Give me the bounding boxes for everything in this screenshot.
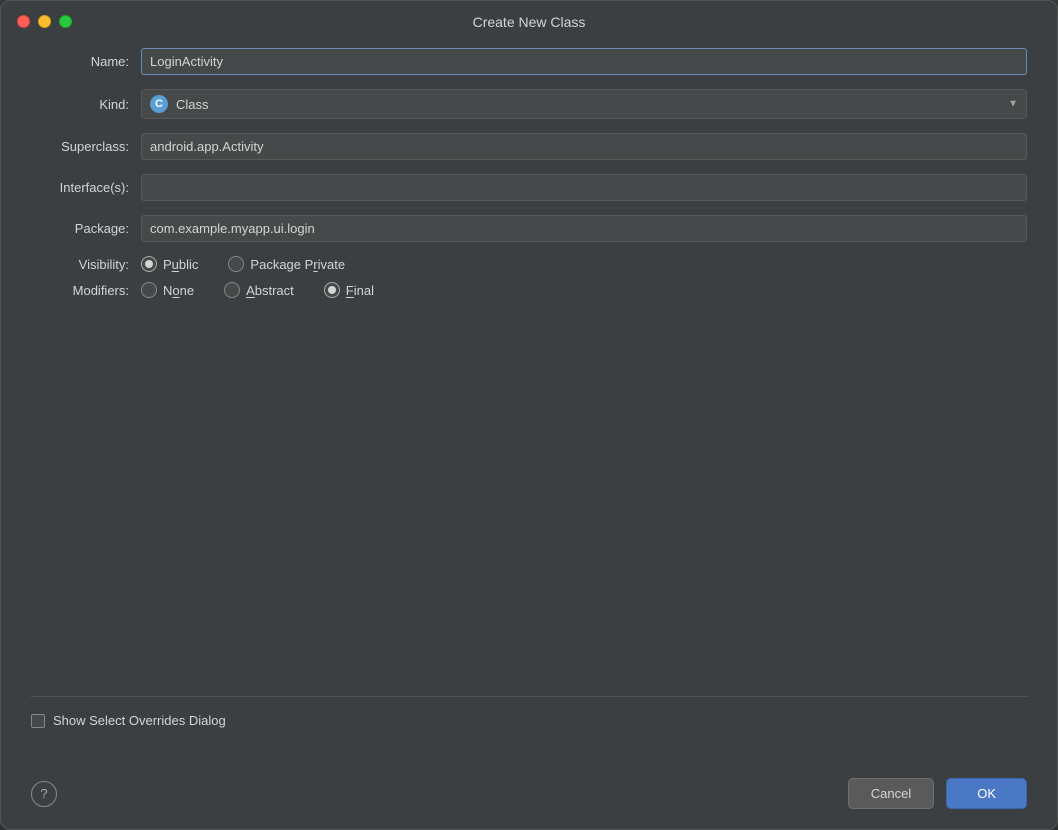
package-label: Package: [31, 221, 141, 236]
ok-button[interactable]: OK [946, 778, 1027, 809]
maximize-button[interactable] [59, 15, 72, 28]
modifier-none-label: None [163, 283, 194, 298]
spacer [31, 312, 1027, 680]
modifier-final-option[interactable]: Final [324, 282, 374, 298]
name-input[interactable] [141, 48, 1027, 75]
modifiers-group: None Abstract Final [141, 282, 374, 298]
show-overrides-checkbox[interactable] [31, 714, 45, 728]
dialog-title: Create New Class [473, 14, 586, 30]
modifiers-row: Modifiers: None Abstract Final [31, 282, 1027, 298]
kind-value-text: Class [176, 97, 209, 112]
superclass-input[interactable] [141, 133, 1027, 160]
superclass-label: Superclass: [31, 139, 141, 154]
interfaces-input[interactable] [141, 174, 1027, 201]
kind-class-icon: C [150, 95, 168, 113]
kind-row: Kind: C Class ▼ [31, 89, 1027, 119]
modifier-abstract-radio[interactable] [224, 282, 240, 298]
visibility-group: Public Package Private [141, 256, 345, 272]
package-row: Package: [31, 215, 1027, 242]
minimize-button[interactable] [38, 15, 51, 28]
radio-inner-dot [145, 260, 153, 268]
interfaces-row: Interface(s): [31, 174, 1027, 201]
close-button[interactable] [17, 15, 30, 28]
name-row: Name: [31, 48, 1027, 75]
modifier-final-label: Final [346, 283, 374, 298]
visibility-package-private-label: Package Private [250, 257, 345, 272]
modifier-abstract-option[interactable]: Abstract [224, 282, 294, 298]
radio-inner-dot-final [328, 286, 336, 294]
visibility-package-private-radio[interactable] [228, 256, 244, 272]
divider [31, 696, 1027, 697]
cancel-button[interactable]: Cancel [848, 778, 934, 809]
footer-buttons: Cancel OK [848, 778, 1027, 809]
modifier-none-option[interactable]: None [141, 282, 194, 298]
window-controls [17, 15, 72, 28]
help-button[interactable]: ? [31, 781, 57, 807]
package-input[interactable] [141, 215, 1027, 242]
visibility-public-label: Public [163, 257, 198, 272]
kind-label: Kind: [31, 97, 141, 112]
name-label: Name: [31, 54, 141, 69]
interfaces-label: Interface(s): [31, 180, 141, 195]
show-overrides-label: Show Select Overrides Dialog [53, 713, 226, 728]
kind-dropdown[interactable]: C Class ▼ [141, 89, 1027, 119]
superclass-row: Superclass: [31, 133, 1027, 160]
visibility-package-private-option[interactable]: Package Private [228, 256, 345, 272]
dialog-content: Name: Kind: C Class ▼ Superclass: Interf… [1, 38, 1057, 764]
visibility-public-radio[interactable] [141, 256, 157, 272]
visibility-row: Visibility: Public Package Private [31, 256, 1027, 272]
modifier-final-radio[interactable] [324, 282, 340, 298]
visibility-label: Visibility: [31, 257, 141, 272]
visibility-public-option[interactable]: Public [141, 256, 198, 272]
chevron-down-icon: ▼ [1008, 99, 1018, 110]
modifier-abstract-label: Abstract [246, 283, 294, 298]
title-bar: Create New Class [1, 1, 1057, 38]
footer: ? Cancel OK [1, 764, 1057, 829]
create-new-class-dialog: Create New Class Name: Kind: C Class ▼ S… [0, 0, 1058, 830]
modifier-none-radio[interactable] [141, 282, 157, 298]
checkbox-row: Show Select Overrides Dialog [31, 713, 1027, 728]
modifiers-label: Modifiers: [31, 283, 141, 298]
